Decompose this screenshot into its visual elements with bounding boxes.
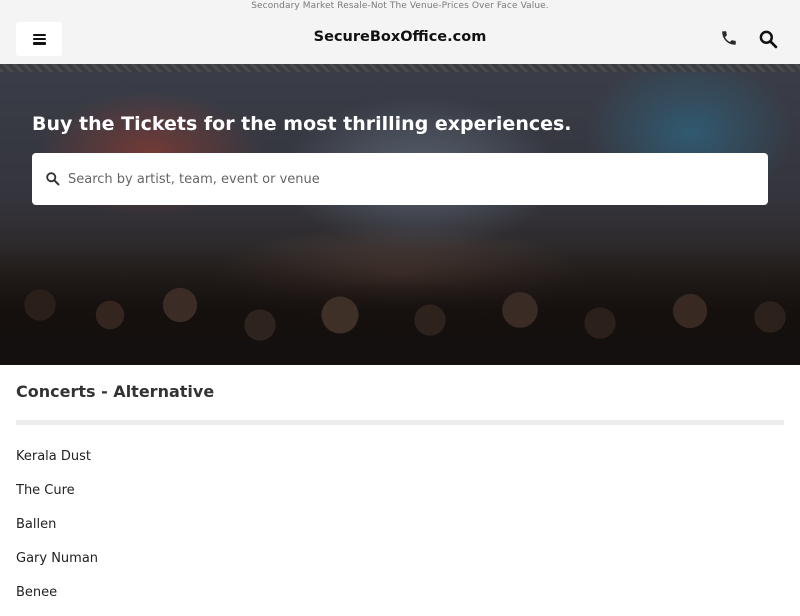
search-input[interactable]	[68, 153, 758, 205]
section-divider	[16, 420, 784, 425]
artist-link[interactable]: Ballen	[16, 517, 56, 532]
resale-notice: Secondary Market Resale-Not The Venue-Pr…	[0, 0, 800, 12]
artist-link[interactable]: Benee	[16, 585, 57, 600]
hero-banner: Buy the Tickets for the most thrilling e…	[0, 64, 800, 365]
artist-list: Kerala Dust The Cure Ballen Gary Numan B…	[16, 446, 416, 616]
menu-button[interactable]	[16, 22, 62, 56]
crowd-silhouette-decoration	[0, 245, 800, 365]
list-item[interactable]: Gary Numan	[16, 548, 416, 582]
list-item[interactable]: The Cure	[16, 480, 416, 514]
stage-truss-decoration	[0, 64, 800, 72]
artist-link[interactable]: The Cure	[16, 483, 75, 498]
search-icon	[759, 30, 778, 49]
list-item[interactable]: Benee	[16, 582, 416, 616]
list-item[interactable]: Kerala Dust	[16, 446, 416, 480]
phone-button[interactable]	[718, 27, 740, 49]
header-search-button[interactable]	[756, 27, 780, 51]
hero-search-box[interactable]	[32, 153, 768, 205]
section-title: Concerts - Alternative	[16, 382, 215, 401]
artist-link[interactable]: Kerala Dust	[16, 449, 91, 464]
artist-link[interactable]: Gary Numan	[16, 551, 98, 566]
site-header: SecureBoxOffice.com	[0, 12, 800, 64]
site-logo-title[interactable]: SecureBoxOffice.com	[0, 12, 800, 62]
list-item[interactable]: Ballen	[16, 514, 416, 548]
phone-icon	[722, 31, 736, 45]
hero-headline: Buy the Tickets for the most thrilling e…	[32, 113, 572, 135]
hamburger-menu-icon	[32, 33, 46, 45]
search-icon	[46, 172, 60, 186]
